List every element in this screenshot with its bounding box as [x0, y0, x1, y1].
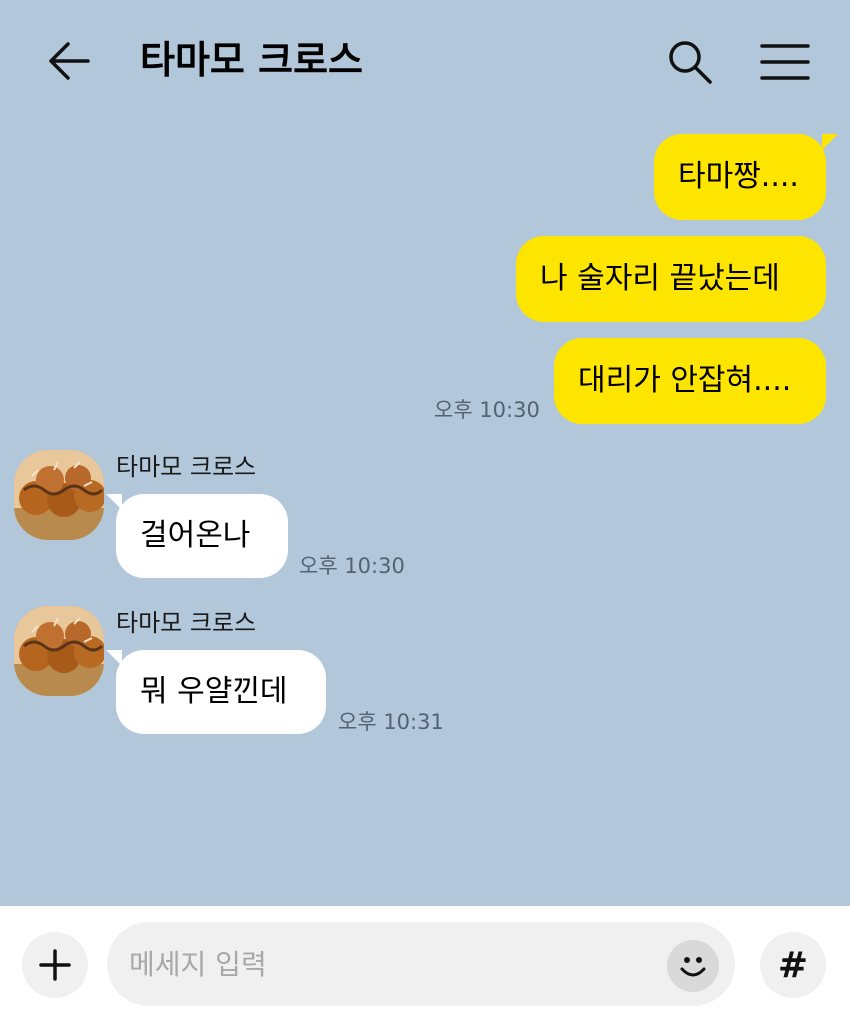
chat-title: 타마모 크로스 — [140, 38, 363, 82]
message-composer: # — [0, 906, 850, 1021]
my-message-bubble[interactable]: 나 술자리 끝났는데 — [516, 236, 826, 322]
avatar[interactable] — [14, 606, 104, 696]
message-text: 뭐 우얄낀데 — [140, 674, 288, 709]
message-input[interactable] — [129, 944, 649, 984]
message-time: 오후 10:31 — [338, 710, 444, 734]
emoji-button[interactable] — [667, 940, 719, 992]
other-message-bubble[interactable]: 뭐 우얄낀데 — [106, 650, 326, 734]
menu-icon — [760, 44, 810, 80]
message-text: 타마짱.... — [678, 159, 799, 194]
search-button[interactable] — [664, 36, 716, 86]
emoji-icon — [680, 957, 706, 977]
attach-button[interactable] — [22, 932, 88, 998]
other-message-bubble[interactable]: 걸어온나 — [106, 494, 288, 578]
message-text: 대리가 안잡혀.... — [578, 363, 792, 398]
avatar[interactable] — [14, 450, 104, 540]
sender-name: 타마모 크로스 — [116, 453, 257, 481]
message-input-wrapper — [107, 922, 735, 1006]
hashtag-button[interactable]: # — [760, 932, 826, 998]
arrow-left-icon — [49, 42, 90, 80]
message-text: 걸어온나 — [140, 518, 251, 553]
message-time: 오후 10:30 — [299, 554, 405, 578]
back-button[interactable] — [44, 38, 94, 84]
menu-button[interactable] — [758, 40, 812, 84]
message-text: 나 술자리 끝났는데 — [540, 261, 780, 296]
search-icon — [669, 41, 712, 84]
plus-icon — [39, 949, 71, 981]
my-message-bubble[interactable]: 대리가 안잡혀.... — [554, 338, 826, 424]
message-time: 오후 10:30 — [434, 398, 540, 422]
sender-name: 타마모 크로스 — [116, 609, 257, 637]
my-message-bubble[interactable]: 타마짱.... — [654, 134, 838, 220]
takoyaki-avatar-image — [14, 606, 104, 696]
chat-header: 타마모 크로스 — [0, 0, 850, 120]
takoyaki-avatar-image — [14, 450, 104, 540]
